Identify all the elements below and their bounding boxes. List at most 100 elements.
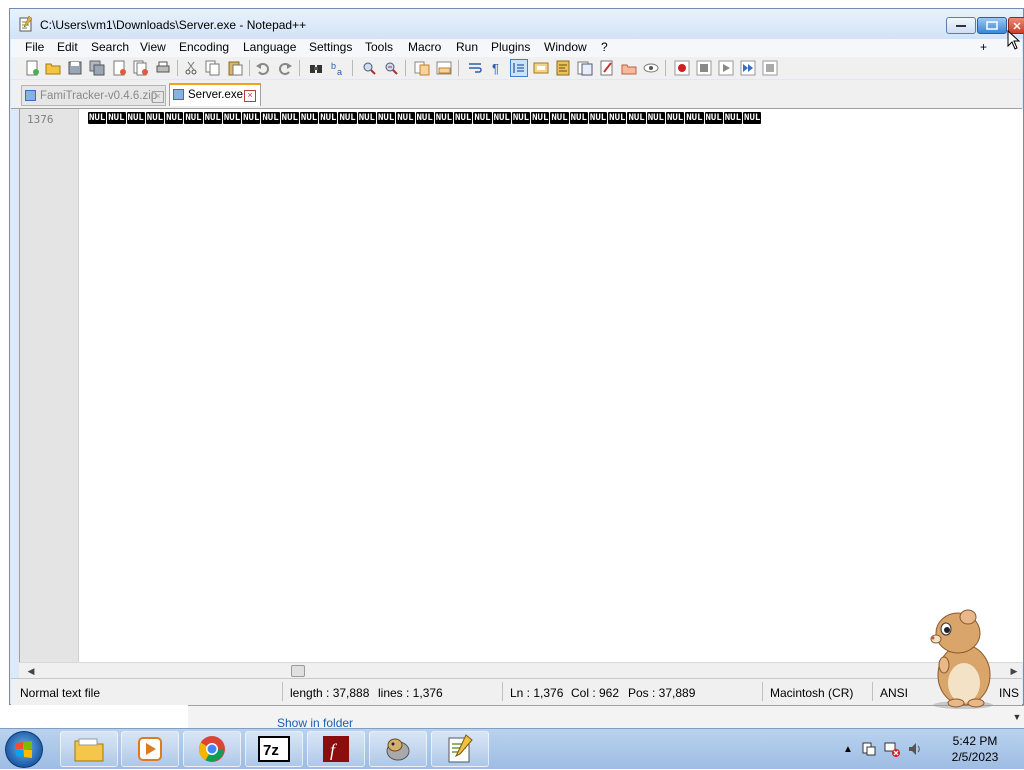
menu-window[interactable]: Window bbox=[544, 39, 587, 55]
menu-edit[interactable]: Edit bbox=[57, 39, 78, 55]
show-hidden-icons-icon[interactable]: ▲ bbox=[843, 744, 853, 755]
show-all-chars-icon[interactable]: ¶ bbox=[489, 60, 505, 76]
line-number-gutter: 1376 bbox=[20, 109, 79, 662]
nul-char-token: NUL bbox=[396, 112, 415, 124]
menu-view[interactable]: View bbox=[140, 39, 166, 55]
status-bar: Normal text file length : 37,888 lines :… bbox=[11, 678, 1022, 705]
save-macro-icon[interactable] bbox=[762, 60, 778, 76]
word-wrap-icon[interactable] bbox=[467, 60, 483, 76]
tab-label: Server.exe bbox=[188, 89, 243, 101]
line-number: 1376 bbox=[27, 113, 54, 126]
menu-encoding[interactable]: Encoding bbox=[179, 39, 229, 55]
redo-icon[interactable] bbox=[277, 60, 293, 76]
taskbar-game[interactable] bbox=[369, 731, 427, 767]
copy-icon[interactable] bbox=[205, 60, 221, 76]
file-saved-icon bbox=[25, 90, 36, 101]
scroll-thumb[interactable] bbox=[291, 665, 305, 677]
status-file-type: Normal text file bbox=[20, 686, 101, 700]
status-eol[interactable]: Macintosh (CR) bbox=[770, 686, 853, 700]
menu-tools[interactable]: Tools bbox=[365, 39, 393, 55]
taskbar-flash[interactable]: f bbox=[307, 731, 365, 767]
monitoring-icon[interactable] bbox=[621, 60, 637, 76]
nul-char-token: NUL bbox=[165, 112, 184, 124]
minimize-button[interactable] bbox=[946, 17, 976, 34]
sync-vertical-icon[interactable] bbox=[414, 60, 430, 76]
nul-char-token: NUL bbox=[357, 112, 376, 124]
start-button[interactable] bbox=[5, 731, 43, 768]
nul-char-token: NUL bbox=[704, 112, 723, 124]
menu-settings[interactable]: Settings bbox=[309, 39, 352, 55]
tab-close-icon[interactable]: × bbox=[152, 91, 164, 103]
restore-icon bbox=[986, 21, 998, 30]
close-icon[interactable] bbox=[111, 60, 127, 76]
clock-date: 2/5/2023 bbox=[951, 750, 999, 764]
udl-icon[interactable] bbox=[533, 60, 549, 76]
print-icon[interactable] bbox=[155, 60, 171, 76]
taskbar-media-player[interactable] bbox=[121, 731, 179, 767]
code-line[interactable]: NUL NUL NUL NUL NUL NUL NUL NUL NUL NUL NUL NUL NUL N… bbox=[88, 111, 1023, 125]
doc-map-icon[interactable] bbox=[555, 60, 571, 76]
close-all-icon[interactable] bbox=[133, 60, 149, 76]
taskbar: 7z f ▲ 5:42 PM 2/5/2023 bbox=[0, 728, 1024, 769]
find-icon[interactable] bbox=[308, 60, 324, 76]
menu-bar: File Edit Search View Encoding Language … bbox=[11, 39, 1022, 59]
status-ln: Ln : 1,376 bbox=[510, 686, 564, 700]
restore-button[interactable] bbox=[977, 17, 1007, 34]
volume-icon[interactable] bbox=[907, 741, 923, 757]
open-file-icon[interactable] bbox=[45, 60, 61, 76]
tab-close-icon[interactable]: × bbox=[244, 90, 256, 102]
notepadpp-icon bbox=[448, 734, 473, 763]
function-list-icon[interactable] bbox=[577, 60, 593, 76]
title-bar[interactable]: C:\Users\vm1\Downloads\Server.exe - Note… bbox=[10, 9, 1024, 39]
tab-famitracker[interactable]: FamiTracker-v0.4.6.zip × bbox=[21, 85, 166, 106]
cut-icon[interactable] bbox=[183, 60, 199, 76]
indent-guide-icon[interactable] bbox=[510, 59, 528, 77]
eye-icon[interactable] bbox=[643, 60, 659, 76]
background-scroll-down-icon[interactable]: ▼ bbox=[1010, 712, 1024, 726]
toolbar-separator bbox=[299, 60, 300, 76]
replace-icon[interactable]: ba bbox=[330, 60, 346, 76]
menu-language[interactable]: Language bbox=[243, 39, 296, 55]
taskbar-notepadpp[interactable] bbox=[431, 731, 489, 767]
7zip-icon: 7z bbox=[258, 736, 290, 762]
new-file-icon[interactable] bbox=[24, 60, 40, 76]
new-tab-plus-button[interactable]: + bbox=[980, 39, 987, 55]
sync-horizontal-icon[interactable] bbox=[436, 60, 452, 76]
zoom-in-icon[interactable] bbox=[361, 60, 377, 76]
paste-icon[interactable] bbox=[227, 60, 243, 76]
menu-macro[interactable]: Macro bbox=[408, 39, 441, 55]
svg-text:b: b bbox=[331, 61, 336, 71]
status-encoding[interactable]: ANSI bbox=[880, 686, 908, 700]
folder-workspace-icon[interactable] bbox=[599, 60, 615, 76]
editor-area[interactable]: 1376 NUL NUL NUL NUL NUL NUL NUL NUL NUL NUL NUL NU… bbox=[19, 109, 1023, 662]
menu-run[interactable]: Run bbox=[456, 39, 478, 55]
zoom-out-icon[interactable] bbox=[383, 60, 399, 76]
status-divider bbox=[282, 682, 283, 701]
nul-char-token: NUL bbox=[665, 112, 685, 124]
run-macro-multiple-icon[interactable] bbox=[740, 60, 756, 76]
network-disconnected-icon[interactable] bbox=[883, 741, 901, 757]
menu-help[interactable]: ? bbox=[601, 39, 608, 55]
menu-search[interactable]: Search bbox=[91, 39, 129, 55]
stop-record-icon[interactable] bbox=[696, 60, 712, 76]
save-icon[interactable] bbox=[67, 60, 83, 76]
menu-plugins[interactable]: Plugins bbox=[491, 39, 530, 55]
status-divider bbox=[872, 682, 873, 701]
menu-file[interactable]: File bbox=[25, 39, 44, 55]
system-clock[interactable]: 5:42 PM 2/5/2023 bbox=[940, 733, 1010, 765]
taskbar-chrome[interactable] bbox=[183, 731, 241, 767]
save-all-icon[interactable] bbox=[89, 60, 105, 76]
undo-icon[interactable] bbox=[255, 60, 271, 76]
record-macro-icon[interactable] bbox=[674, 60, 690, 76]
status-divider bbox=[502, 682, 503, 701]
nul-char-token: NUL bbox=[473, 112, 492, 124]
tab-server-exe[interactable]: Server.exe × bbox=[169, 83, 261, 106]
nul-char-token: NUL bbox=[415, 112, 434, 124]
taskbar-file-explorer[interactable] bbox=[60, 731, 118, 767]
nul-char-token: NUL bbox=[299, 112, 319, 124]
nul-char-token: NUL bbox=[280, 112, 299, 124]
action-center-flag-icon[interactable] bbox=[861, 741, 877, 757]
play-macro-icon[interactable] bbox=[718, 60, 734, 76]
taskbar-7zip[interactable]: 7z bbox=[245, 731, 303, 767]
toolbar-separator bbox=[665, 60, 666, 76]
